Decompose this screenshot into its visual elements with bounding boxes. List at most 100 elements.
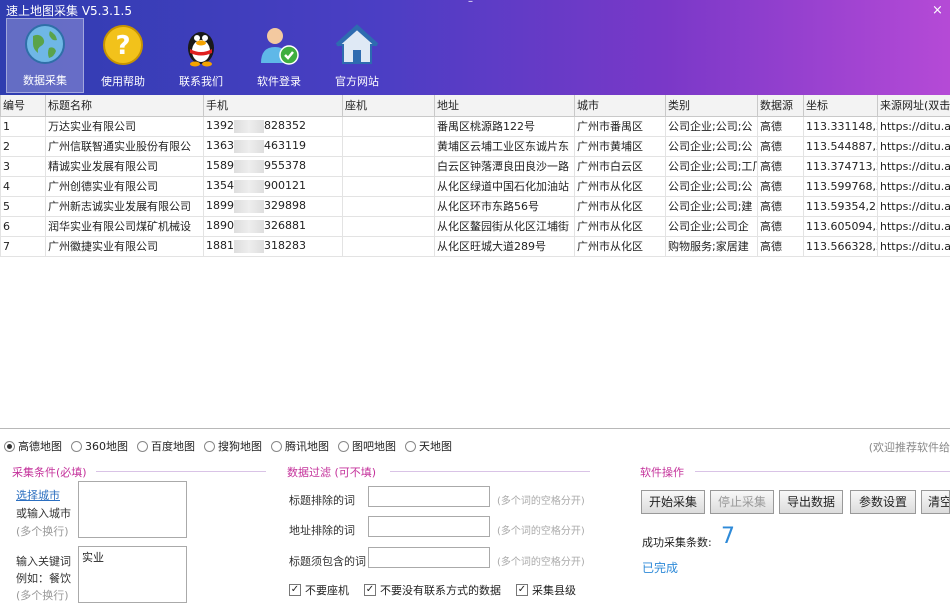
section-divider bbox=[390, 471, 590, 472]
column-header[interactable]: 座机 bbox=[342, 95, 435, 117]
app-title: 速上地图采集 V5.3.1.5 bbox=[6, 4, 133, 18]
column-header[interactable]: 来源网址(双击 bbox=[877, 95, 950, 117]
radio-tuba[interactable]: 图吧地图 bbox=[338, 438, 396, 454]
cell-category: 公司企业;公司企 bbox=[665, 215, 758, 237]
cell-coords: 113.331148,22 bbox=[803, 115, 878, 137]
county-checkbox[interactable]: ✓ 采集县级 bbox=[516, 582, 576, 598]
radio-label: 360地图 bbox=[85, 440, 128, 453]
keyword-label: 输入关键词 bbox=[16, 555, 71, 568]
cell-url: https://ditu.ama bbox=[877, 195, 950, 217]
no-contact-checkbox[interactable]: ✓ 不要没有联系方式的数据 bbox=[364, 582, 501, 598]
radio-sogou[interactable]: 搜狗地图 bbox=[204, 438, 262, 454]
no-landline-checkbox[interactable]: ✓ 不要座机 bbox=[289, 582, 349, 598]
cell-source: 高德 bbox=[757, 235, 804, 257]
export-data-button[interactable]: 导出数据 bbox=[779, 490, 843, 514]
stop-collect-button[interactable]: 停止采集 bbox=[710, 490, 774, 514]
cell-address: 黄埔区云埔工业区东诚片东 bbox=[434, 135, 575, 157]
redacted-mask bbox=[234, 159, 264, 173]
address-exclude-input[interactable] bbox=[368, 516, 490, 537]
operations-title: 软件操作 bbox=[640, 466, 684, 479]
column-header[interactable]: 编号 bbox=[0, 95, 46, 117]
cell-landline bbox=[342, 115, 435, 137]
radio-dot bbox=[271, 440, 282, 452]
redacted-mask bbox=[234, 199, 264, 213]
success-count-label: 成功采集条数: bbox=[642, 536, 712, 549]
select-city-link[interactable]: 选择城市 bbox=[16, 487, 60, 503]
table-row[interactable]: 7 广州徽捷实业有限公司 1881 318283 从化区旺城大道289号 广州市从… bbox=[0, 235, 950, 257]
title-include-input[interactable] bbox=[368, 547, 490, 568]
cell-city: 广州市从化区 bbox=[574, 175, 666, 197]
toolbar-help[interactable]: ? 使用帮助 bbox=[84, 18, 162, 93]
redacted-mask bbox=[234, 119, 264, 133]
redacted-mask bbox=[234, 219, 264, 233]
start-collect-button[interactable]: 开始采集 bbox=[641, 490, 705, 514]
toolbar-data-collect[interactable]: 数据采集 bbox=[6, 18, 84, 93]
checkbox-box: ✓ bbox=[364, 584, 376, 596]
cell-mobile: 1363 463119 bbox=[203, 135, 343, 157]
welcome-text: (欢迎推荐软件给 bbox=[868, 441, 950, 454]
title-exclude-input[interactable] bbox=[368, 486, 490, 507]
toolbar-label: 数据采集 bbox=[23, 74, 67, 87]
radio-baidu[interactable]: 百度地图 bbox=[137, 438, 195, 454]
cell-city: 广州市白云区 bbox=[574, 155, 666, 177]
table-row[interactable]: 2 广州信联智通实业股份有限公 1363 463119 黄埔区云埔工业区东诚片东 … bbox=[0, 135, 950, 157]
toolbar-login[interactable]: 软件登录 bbox=[240, 18, 318, 93]
table-row[interactable]: 6 润华实业有限公司煤矿机械设 1890 326881 从化区鳌园街从化区江埔街 … bbox=[0, 215, 950, 237]
column-header[interactable]: 手机 bbox=[203, 95, 343, 117]
cell-coords: 113.59354,23. bbox=[803, 195, 878, 217]
cell-landline bbox=[342, 195, 435, 217]
clear-button[interactable]: 清空 bbox=[921, 490, 950, 514]
column-header[interactable]: 城市 bbox=[574, 95, 666, 117]
keyword-hint: (多个换行) bbox=[16, 589, 69, 602]
column-header[interactable]: 坐标 bbox=[803, 95, 878, 117]
title-bar: 速上地图采集 V5.3.1.5 – × 数据采集 ? 使用帮助 联系我们 软件登… bbox=[0, 0, 950, 95]
checkbox-box: ✓ bbox=[516, 584, 528, 596]
radio-gaode[interactable]: 高德地图 bbox=[4, 438, 62, 454]
cell-url: https://ditu.ama bbox=[877, 175, 950, 197]
column-header[interactable]: 地址 bbox=[434, 95, 575, 117]
space-hint: (多个词的空格分开) bbox=[497, 526, 585, 537]
cell-address: 从化区鳌园街从化区江埔街 bbox=[434, 215, 575, 237]
cell-landline bbox=[342, 235, 435, 257]
cell-category: 公司企业;公司;建 bbox=[665, 195, 758, 217]
mobile-prefix: 1881 bbox=[206, 239, 234, 253]
cell-id: 1 bbox=[0, 115, 46, 137]
radio-tianditu[interactable]: 天地图 bbox=[405, 438, 452, 454]
results-table[interactable]: 编号 标题名称 手机 座机 地址 城市 类别 数据源 坐标 来源网址(双击 1 … bbox=[0, 95, 950, 429]
cell-title: 广州创德实业有限公司 bbox=[45, 175, 204, 197]
minimize-button[interactable]: – bbox=[468, 0, 473, 7]
radio-tencent[interactable]: 腾讯地图 bbox=[271, 438, 329, 454]
cell-city: 广州市从化区 bbox=[574, 235, 666, 257]
cell-address: 白云区钟落潭良田良沙一路 bbox=[434, 155, 575, 177]
radio-dot bbox=[71, 440, 82, 452]
main-toolbar: 数据采集 ? 使用帮助 联系我们 软件登录 官方网站 bbox=[6, 18, 396, 93]
close-button[interactable]: × bbox=[932, 3, 943, 18]
toolbar-label: 软件登录 bbox=[257, 75, 301, 88]
keyword-input[interactable]: 实业 bbox=[78, 546, 187, 603]
column-header[interactable]: 类别 bbox=[665, 95, 758, 117]
settings-button[interactable]: 参数设置 bbox=[850, 490, 916, 514]
column-header[interactable]: 标题名称 bbox=[45, 95, 204, 117]
toolbar-contact[interactable]: 联系我们 bbox=[162, 18, 240, 93]
table-row[interactable]: 1 万达实业有限公司 1392 828352 番禺区桃源路122号 广州市番禺区 … bbox=[0, 115, 950, 137]
toolbar-label: 联系我们 bbox=[179, 75, 223, 88]
cell-landline bbox=[342, 215, 435, 237]
user-login-icon bbox=[261, 28, 299, 65]
cell-title: 润华实业有限公司煤矿机械设 bbox=[45, 215, 204, 237]
column-header[interactable]: 数据源 bbox=[757, 95, 804, 117]
table-row[interactable]: 5 广州新志诚实业发展有限公司 1899 329898 从化区环市东路56号 广州… bbox=[0, 195, 950, 217]
radio-360[interactable]: 360地图 bbox=[71, 438, 128, 454]
mobile-prefix: 1589 bbox=[206, 159, 234, 173]
mobile-prefix: 1392 bbox=[206, 119, 234, 133]
section-divider bbox=[695, 471, 950, 472]
cell-coords: 113.605094,23 bbox=[803, 215, 878, 237]
table-row[interactable]: 3 精诚实业发展有限公司 1589 955378 白云区钟落潭良田良沙一路 广州市… bbox=[0, 155, 950, 177]
mobile-suffix: 463119 bbox=[264, 139, 306, 153]
toolbar-website[interactable]: 官方网站 bbox=[318, 18, 396, 93]
section-divider bbox=[96, 471, 266, 472]
table-row[interactable]: 4 广州创德实业有限公司 1354 900121 从化区绿道中国石化加油站 广州市… bbox=[0, 175, 950, 197]
checkbox-box: ✓ bbox=[289, 584, 301, 596]
radio-label: 高德地图 bbox=[18, 440, 62, 453]
city-input[interactable] bbox=[78, 481, 187, 538]
cell-address: 从化区旺城大道289号 bbox=[434, 235, 575, 257]
